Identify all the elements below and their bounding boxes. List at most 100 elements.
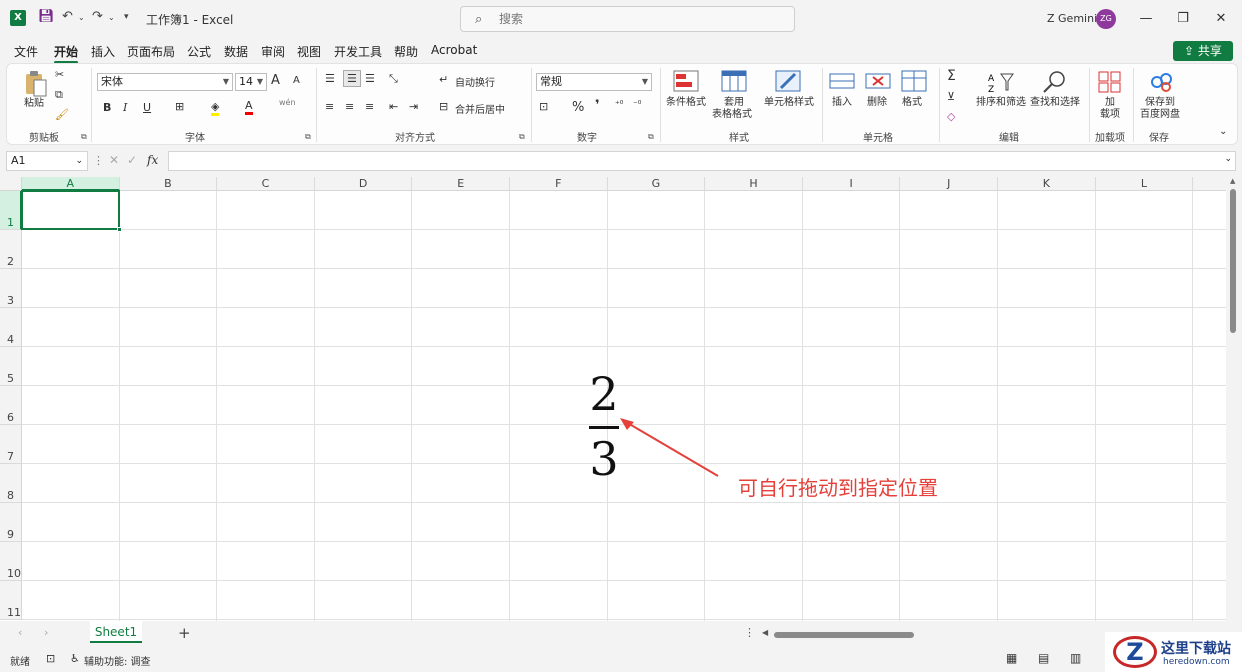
row-header-9[interactable]: 9 [0,503,22,542]
redo-dropdown-icon[interactable]: ⌄ [108,13,115,22]
undo-icon[interactable]: ↶ [62,9,73,24]
formula-input[interactable]: ⌄ [168,151,1236,171]
format-as-table-label-2[interactable]: 表格格式 [707,109,757,121]
column-header-j[interactable]: J [900,177,998,191]
find-select-button[interactable]: 查找和选择 [1027,97,1083,109]
column-header-l[interactable]: L [1095,177,1194,191]
font-color-button[interactable]: A [245,99,253,115]
decrease-indent-icon[interactable]: ⇤ [389,100,398,113]
tab-page-layout[interactable]: 页面布局 [127,43,175,60]
conditional-format-icon[interactable] [673,70,699,94]
orientation-icon[interactable]: ⤡ [389,72,398,86]
insert-cells-button[interactable]: 插入 [827,97,857,109]
conditional-format-button[interactable]: 条件格式 [663,97,709,109]
avatar[interactable]: ZG [1096,9,1116,29]
collapse-ribbon-icon[interactable]: ⌄ [1219,126,1227,137]
clipboard-launcher-icon[interactable]: ⧉ [81,132,87,142]
tab-developer[interactable]: 开发工具 [334,43,382,60]
format-as-table-label-1[interactable]: 套用 [717,97,751,109]
cell-styles-icon[interactable] [775,70,801,94]
redo-icon[interactable]: ↷ [92,9,103,24]
vertical-scrollbar[interactable]: ▲ [1226,177,1242,621]
font-size-combo[interactable]: 14 ▼ [235,73,267,91]
column-header-g[interactable]: G [607,177,706,191]
tab-home[interactable]: 开始 [54,43,79,64]
save-baidu-label-1[interactable]: 保存到 [1137,97,1183,109]
row-header-10[interactable]: 10 [0,542,22,581]
wrap-text-button[interactable]: 自动换行 [455,74,495,89]
fill-color-icon[interactable]: ◈ [211,100,220,116]
close-button[interactable]: ✕ [1209,8,1233,30]
column-header-b[interactable]: B [119,177,218,191]
find-select-icon[interactable] [1041,70,1067,94]
horizontal-scroll-thumb[interactable] [774,632,914,638]
baidu-cloud-icon[interactable] [1149,70,1175,94]
select-all-corner[interactable] [0,177,22,191]
tab-insert[interactable]: 插入 [91,43,115,60]
column-header-c[interactable]: C [217,177,315,191]
insert-cells-icon[interactable] [829,70,855,94]
tab-review[interactable]: 审阅 [261,43,285,60]
name-box[interactable]: A1 ⌄ [6,151,88,171]
more-icon[interactable]: ⋮ [93,154,104,167]
copy-icon[interactable]: ⧉ [55,88,63,102]
align-left-icon[interactable]: ≡ [325,100,334,113]
user-name[interactable]: Z Gemini [1047,12,1097,25]
font-launcher-icon[interactable]: ⧉ [305,132,311,142]
sheet-tab-sheet1[interactable]: Sheet1 [90,621,142,643]
bold-button[interactable]: B [103,101,111,114]
tab-help[interactable]: 帮助 [394,43,418,60]
column-header-h[interactable]: H [705,177,803,191]
customize-qat-icon[interactable]: ▾ [124,12,129,22]
align-right-icon[interactable]: ≡ [365,100,374,113]
prev-sheet-icon[interactable]: ‹ [18,626,22,639]
align-top-icon[interactable]: ☰ [325,72,335,85]
scroll-up-icon[interactable]: ▲ [1230,177,1235,185]
tab-file[interactable]: 文件 [14,43,38,60]
sort-filter-button[interactable]: 排序和筛选 [973,97,1029,109]
increase-indent-icon[interactable]: ⇥ [409,100,418,113]
tab-data[interactable]: 数据 [224,43,248,60]
tab-acrobat[interactable]: Acrobat [431,43,477,57]
italic-button[interactable]: I [123,101,127,114]
cancel-icon[interactable]: ✕ [109,153,119,167]
tab-view[interactable]: 视图 [297,43,321,60]
clear-icon[interactable]: ◇ [947,110,955,123]
format-cells-button[interactable]: 格式 [897,97,927,109]
row-header-8[interactable]: 8 [0,464,22,503]
insert-function-button[interactable]: fx [147,153,158,167]
column-header-i[interactable]: I [802,177,901,191]
pinyin-icon[interactable]: wén [279,98,296,107]
minimize-button[interactable]: — [1134,8,1158,30]
increase-decimal-icon[interactable]: ⁺⁰ [615,100,623,110]
fill-handle[interactable] [117,227,122,232]
fill-icon[interactable]: ⊻ [947,90,955,103]
accessibility-icon[interactable]: ♿︎ [70,652,80,665]
cut-icon[interactable]: ✂ [55,68,64,81]
alignment-launcher-icon[interactable]: ⧉ [519,132,525,142]
column-header-m[interactable]: M [1193,177,1226,191]
row-header-5[interactable]: 5 [0,347,22,386]
align-center-icon[interactable]: ≡ [345,100,354,113]
search-input[interactable] [499,10,779,28]
number-format-combo[interactable]: 常规 ▼ [536,73,652,91]
sort-filter-icon[interactable]: AZ [987,70,1014,95]
tab-formulas[interactable]: 公式 [187,43,211,60]
decrease-decimal-icon[interactable]: ⁻⁰ [633,100,641,110]
decrease-font-icon[interactable]: A [293,75,300,86]
paste-label[interactable]: 粘贴 [19,98,49,110]
search-box[interactable]: ⌕ [460,6,795,32]
add-sheet-button[interactable]: + [178,624,191,642]
next-sheet-icon[interactable]: › [44,626,48,639]
normal-view-icon[interactable]: ▦ [1006,651,1017,665]
macro-record-icon[interactable]: ⊡ [46,652,55,665]
undo-dropdown-icon[interactable]: ⌄ [78,13,85,22]
vertical-scroll-thumb[interactable] [1230,189,1236,333]
addins-label-2[interactable]: 载项 [1095,109,1125,121]
active-cell-a1[interactable] [21,190,120,230]
row-header-3[interactable]: 3 [0,269,22,308]
save-baidu-label-2[interactable]: 百度网盘 [1137,109,1183,121]
column-header-a[interactable]: A [22,177,120,191]
column-header-d[interactable]: D [314,177,413,191]
addins-icon[interactable] [1097,70,1123,94]
